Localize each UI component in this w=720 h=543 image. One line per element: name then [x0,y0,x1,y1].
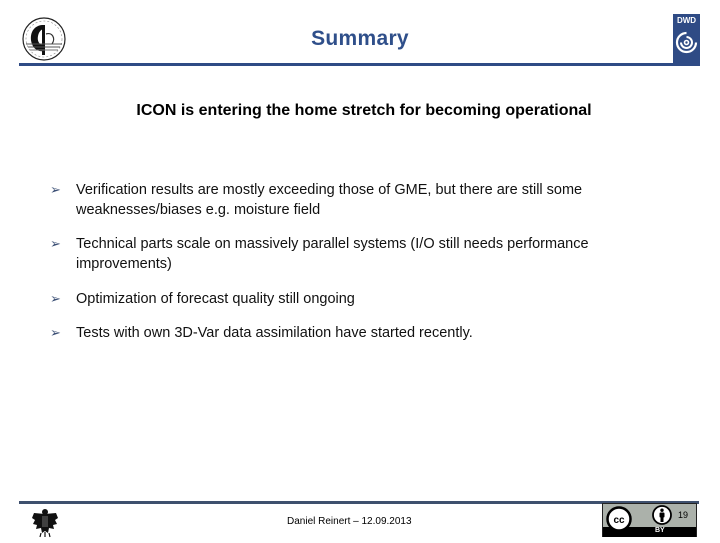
bullet-text: Technical parts scale on massively paral… [76,236,589,272]
svg-text:cc: cc [613,515,625,526]
slide-title: Summary [311,27,409,50]
footer-author-date: Daniel Reinert – 12.09.2013 [287,516,412,527]
bullet-item: ➢ Technical parts scale on massively par… [50,234,670,274]
federal-eagle-icon [28,504,62,538]
bullet-item: ➢ Tests with own 3D-Var data assimilatio… [50,323,670,343]
attribution-person-icon [652,505,672,525]
arrow-bullet-icon: ➢ [50,325,61,340]
bullet-item: ➢ Verification results are mostly exceed… [50,180,670,220]
arrow-bullet-icon: ➢ [50,236,61,251]
creative-commons-icon: cc [606,506,632,532]
bullet-text: Verification results are mostly exceedin… [76,182,583,218]
bullet-item: ➢ Optimization of forecast quality still… [50,289,670,309]
bullet-text: Tests with own 3D-Var data assimilation … [76,325,473,341]
footer-divider [19,501,699,504]
bullet-text: Optimization of forecast quality still o… [76,291,355,307]
dwd-swirl-icon [675,31,698,54]
header-divider [19,63,699,66]
by-label: BY [655,527,665,534]
slide-subtitle: ICON is entering the home stretch for be… [136,102,592,119]
arrow-bullet-icon: ➢ [50,182,61,197]
page-number: 19 [678,510,689,520]
dwd-logo-text: DWD [676,16,697,25]
arrow-bullet-icon: ➢ [50,291,61,306]
